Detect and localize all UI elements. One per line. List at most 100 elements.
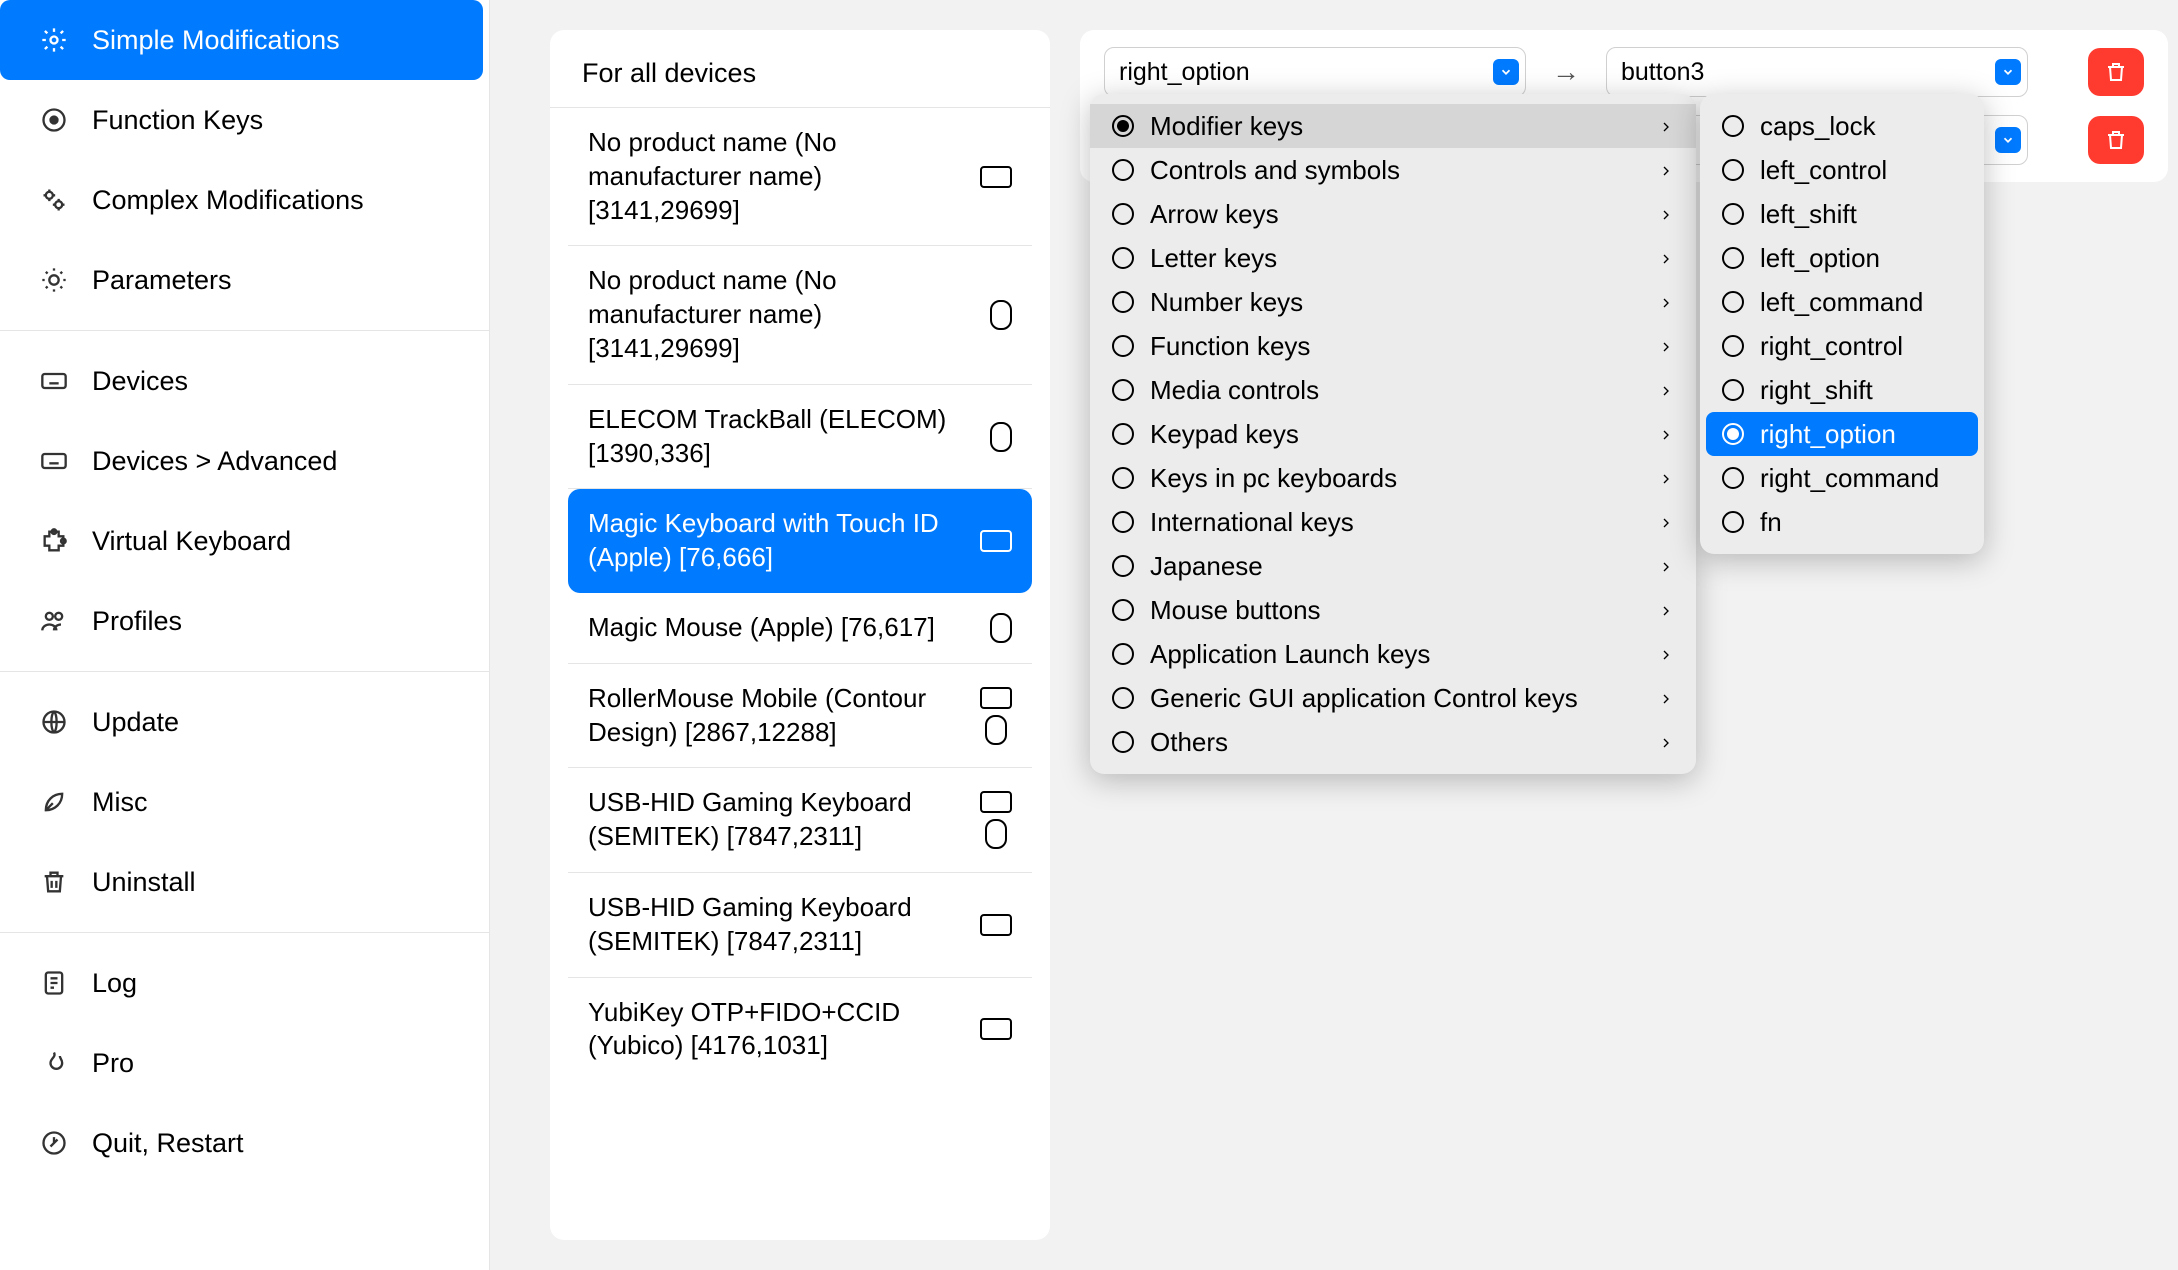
sidebar-item-virtual-keyboard[interactable]: Virtual Keyboard	[0, 501, 489, 581]
value-menu-item[interactable]: left_shift	[1700, 192, 1984, 236]
radio-icon	[1112, 291, 1134, 313]
category-menu-item[interactable]: International keys	[1090, 500, 1696, 544]
radio-icon	[1112, 599, 1134, 621]
device-type-icons	[990, 613, 1012, 643]
category-menu-item[interactable]: Function keys	[1090, 324, 1696, 368]
device-list-header: For all devices	[550, 30, 1050, 108]
sidebar-item-complex-modifications[interactable]: Complex Modifications	[0, 160, 489, 240]
sidebar: Simple Modifications Function Keys Complex…	[0, 0, 490, 1270]
sidebar-item-label: Devices > Advanced	[92, 446, 337, 477]
device-row[interactable]: No product name (No manufacturer name) […	[568, 108, 1032, 246]
chevron-right-icon	[1658, 155, 1674, 186]
category-label: Mouse buttons	[1150, 595, 1321, 626]
value-label: caps_lock	[1760, 111, 1876, 142]
delete-mapping-button[interactable]	[2088, 116, 2144, 164]
sidebar-item-log[interactable]: Log	[0, 943, 489, 1023]
device-type-icons	[990, 300, 1012, 330]
value-menu-item[interactable]: right_shift	[1700, 368, 1984, 412]
chevron-down-icon	[1493, 59, 1519, 85]
device-row[interactable]: YubiKey OTP+FIDO+CCID (Yubico) [4176,103…	[568, 978, 1032, 1082]
chevron-right-icon	[1658, 199, 1674, 230]
device-label: No product name (No manufacturer name) […	[588, 126, 968, 227]
device-type-icons	[990, 422, 1012, 452]
category-menu-item[interactable]: Keypad keys	[1090, 412, 1696, 456]
category-label: Letter keys	[1150, 243, 1277, 274]
from-key-select[interactable]: right_option	[1104, 47, 1526, 97]
category-menu-item[interactable]: Generic GUI application Control keys	[1090, 676, 1696, 720]
sidebar-item-pro[interactable]: Pro	[0, 1023, 489, 1103]
device-row[interactable]: No product name (No manufacturer name) […	[568, 246, 1032, 384]
radio-icon	[1722, 247, 1744, 269]
device-row[interactable]: Magic Mouse (Apple) [76,617]	[568, 593, 1032, 664]
category-menu-item[interactable]: Japanese	[1090, 544, 1696, 588]
device-row[interactable]: USB-HID Gaming Keyboard (SEMITEK) [7847,…	[568, 873, 1032, 978]
keyboard-icon	[980, 914, 1012, 936]
sidebar-separator	[0, 671, 489, 672]
value-menu-item[interactable]: left_control	[1700, 148, 1984, 192]
radio-icon	[1722, 467, 1744, 489]
value-label: left_option	[1760, 243, 1880, 274]
key-category-menu[interactable]: Modifier keys Controls and symbols Arrow k…	[1090, 94, 1696, 774]
category-menu-item[interactable]: Controls and symbols	[1090, 148, 1696, 192]
value-menu-item[interactable]: left_option	[1700, 236, 1984, 280]
sidebar-item-update[interactable]: Update	[0, 682, 489, 762]
fire-icon	[40, 1049, 68, 1077]
category-label: Keys in pc keyboards	[1150, 463, 1397, 494]
category-menu-item[interactable]: Media controls	[1090, 368, 1696, 412]
radio-icon	[1722, 379, 1744, 401]
value-menu-item[interactable]: right_option	[1706, 412, 1978, 456]
value-label: right_shift	[1760, 375, 1873, 406]
sidebar-item-function-keys[interactable]: Function Keys	[0, 80, 489, 160]
sidebar-item-devices-advanced[interactable]: Devices > Advanced	[0, 421, 489, 501]
sidebar-item-uninstall[interactable]: Uninstall	[0, 842, 489, 922]
value-menu-item[interactable]: fn	[1700, 500, 1984, 544]
radio-icon	[1112, 467, 1134, 489]
category-menu-item[interactable]: Others	[1090, 720, 1696, 764]
device-row[interactable]: Magic Keyboard with Touch ID (Apple) [76…	[568, 489, 1032, 593]
gear-icon	[40, 26, 68, 54]
sidebar-item-label: Function Keys	[92, 105, 263, 136]
keyboard-icon	[980, 1018, 1012, 1040]
category-menu-item[interactable]: Keys in pc keyboards	[1090, 456, 1696, 500]
keyboard-icon	[980, 530, 1012, 552]
to-key-select[interactable]: button3	[1606, 47, 2028, 97]
chevron-right-icon	[1658, 551, 1674, 582]
category-label: Media controls	[1150, 375, 1319, 406]
sidebar-item-devices[interactable]: Devices	[0, 341, 489, 421]
category-menu-item[interactable]: Modifier keys	[1090, 104, 1696, 148]
value-label: fn	[1760, 507, 1782, 538]
sidebar-item-profiles[interactable]: Profiles	[0, 581, 489, 661]
chevron-right-icon	[1658, 375, 1674, 406]
device-row[interactable]: ELECOM TrackBall (ELECOM) [1390,336]	[568, 385, 1032, 490]
value-menu-item[interactable]: right_control	[1700, 324, 1984, 368]
radio-icon	[1112, 247, 1134, 269]
device-label: No product name (No manufacturer name) […	[588, 264, 978, 365]
key-value-menu[interactable]: caps_lock left_controlleft_shift left_opti…	[1700, 94, 1984, 554]
sidebar-item-label: Complex Modifications	[92, 185, 364, 216]
sidebar-item-misc[interactable]: Misc	[0, 762, 489, 842]
from-key-value: right_option	[1119, 58, 1250, 87]
category-label: Controls and symbols	[1150, 155, 1400, 186]
sidebar-item-quit-restart[interactable]: Quit, Restart	[0, 1103, 489, 1183]
sidebar-item-label: Misc	[92, 787, 148, 818]
category-label: Keypad keys	[1150, 419, 1299, 450]
main-area: right_option→button3→ Modifier keysContr…	[1060, 0, 2178, 1270]
value-menu-item[interactable]: right_command	[1700, 456, 1984, 500]
sidebar-item-parameters[interactable]: Parameters	[0, 240, 489, 320]
value-menu-item[interactable]: caps_lock	[1700, 104, 1984, 148]
delete-mapping-button[interactable]	[2088, 48, 2144, 96]
category-menu-item[interactable]: Mouse buttons	[1090, 588, 1696, 632]
sidebar-item-simple-modifications[interactable]: Simple Modifications	[0, 0, 483, 80]
device-row[interactable]: USB-HID Gaming Keyboard (SEMITEK) [7847,…	[568, 768, 1032, 873]
chevron-down-icon	[1995, 127, 2021, 153]
value-menu-item[interactable]: left_command	[1700, 280, 1984, 324]
category-menu-item[interactable]: Number keys	[1090, 280, 1696, 324]
category-menu-item[interactable]: Application Launch keys	[1090, 632, 1696, 676]
value-label: right_command	[1760, 463, 1939, 494]
category-menu-item[interactable]: Arrow keys	[1090, 192, 1696, 236]
chevron-right-icon	[1658, 683, 1674, 714]
chevron-right-icon	[1658, 243, 1674, 274]
category-menu-item[interactable]: Letter keys	[1090, 236, 1696, 280]
device-row[interactable]: RollerMouse Mobile (Contour Design) [286…	[568, 664, 1032, 769]
radio-icon	[1722, 291, 1744, 313]
